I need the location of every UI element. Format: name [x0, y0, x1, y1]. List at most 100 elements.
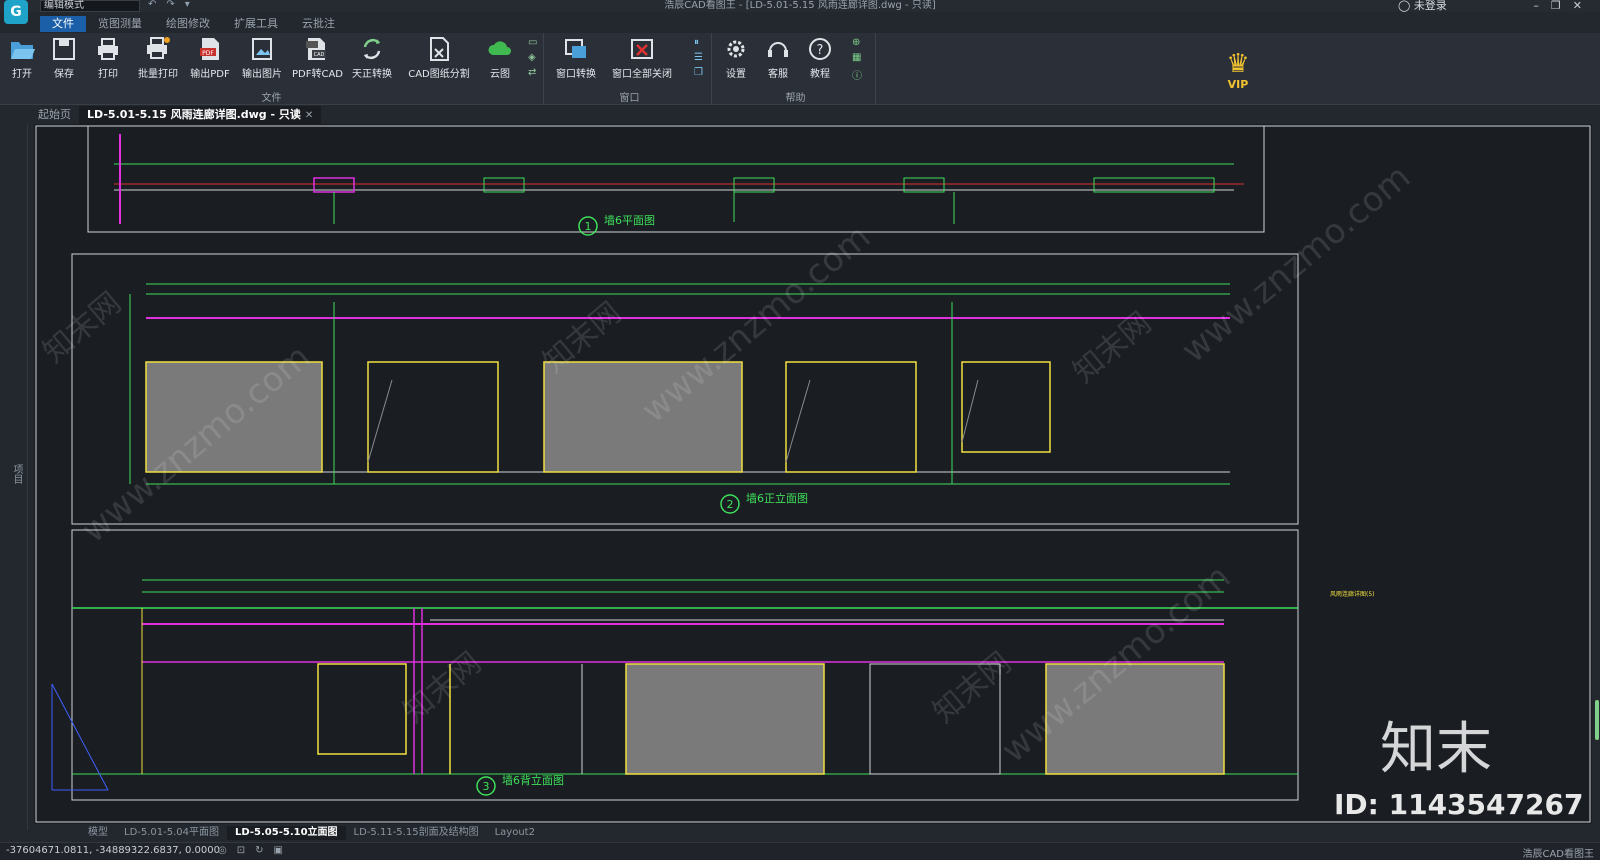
tab-view-measure[interactable]: 览图测量: [86, 16, 154, 32]
new-doc-icon[interactable]: ▭: [528, 37, 537, 48]
lineweight-icon[interactable]: ▣: [274, 845, 293, 856]
print-button-label: 打印: [98, 69, 118, 80]
open-button-label: 打开: [12, 69, 32, 80]
tab-draw-modify[interactable]: 绘图修改: [154, 16, 222, 32]
tab-extension-tools[interactable]: 扩展工具: [222, 16, 290, 32]
tab-section-layout[interactable]: LD-5.11-5.15剖面及结构图: [346, 826, 487, 840]
cloud-drawing-button-label: 云图: [490, 69, 510, 80]
pdf-to-cad-button-label: PDF转CAD: [292, 69, 344, 80]
document-tabs: 起始页 LD-5.01-5.15 风雨连廊详图.dwg - 只读 ✕: [30, 106, 322, 124]
export-pdf-button-label: 输出PDF: [190, 69, 230, 80]
window-switch-icon: [565, 39, 586, 58]
user-login[interactable]: ◯ 未登录: [1398, 0, 1447, 11]
back-elevation-title: 墙6背立面图: [502, 773, 564, 787]
close-tab-icon[interactable]: ✕: [305, 110, 313, 121]
tab-model[interactable]: 模型: [80, 826, 116, 840]
customer-service-button[interactable]: 客服: [762, 35, 794, 80]
layout-tabs: 模型 LD-5.01-5.04平面图 LD-5.05-5.10立面图 LD-5.…: [80, 826, 543, 840]
file-group-label: 文件: [261, 93, 282, 104]
pdf-to-cad-button[interactable]: CAD PDF转CAD: [292, 35, 344, 80]
tab-cloud-annotation[interactable]: 云批注: [290, 16, 347, 32]
cad-split-button-label: CAD图纸分割: [408, 69, 470, 80]
scrollbar-thumb[interactable]: [1595, 700, 1599, 740]
watermark-id: ID: 1143547267: [1334, 788, 1583, 821]
minimize-icon[interactable]: –: [1533, 0, 1551, 12]
export-pdf-button[interactable]: PDF 输出PDF: [190, 35, 230, 80]
svg-text:?: ?: [817, 43, 824, 58]
tab-elevation-layout[interactable]: LD-5.05-5.10立面图: [227, 826, 346, 840]
window-switch-button[interactable]: 窗口转换: [552, 35, 600, 80]
plan-view: [87, 125, 1265, 236]
pdf-export-icon: PDF: [200, 38, 219, 60]
export-image-button[interactable]: 输出图片: [240, 35, 284, 80]
cascade-icon[interactable]: ❐: [694, 67, 703, 78]
info-icon[interactable]: ⓘ: [852, 67, 862, 82]
save-icon: [53, 38, 75, 60]
tab-start-page[interactable]: 起始页: [30, 106, 79, 124]
snap-icon[interactable]: ◎: [218, 845, 237, 856]
close-all-windows-button[interactable]: 窗口全部关闭: [606, 35, 678, 80]
tab-layout2[interactable]: Layout2: [487, 826, 543, 840]
tangent-convert-button[interactable]: 天正转换: [348, 35, 396, 80]
cad-split-button[interactable]: CAD图纸分割: [408, 35, 470, 80]
pdf-to-cad-icon: CAD: [306, 38, 326, 60]
help-mini-tools: ⊕ ▦ ⓘ: [852, 37, 862, 82]
search-icon[interactable]: ⊕: [852, 37, 862, 48]
cursor-coordinates: -37604671.0811, -34889322.6837, 0.0000: [6, 845, 220, 856]
tab-file[interactable]: 文件: [40, 16, 86, 32]
tab-current-drawing[interactable]: LD-5.01-5.15 风雨连廊详图.dwg - 只读 ✕: [79, 106, 322, 124]
user-icon: ◯: [1398, 0, 1414, 12]
tile-horizontal-icon[interactable]: ☰: [694, 52, 703, 63]
print-button[interactable]: 打印: [92, 35, 124, 80]
watermark-url-1: www.znzmo.com: [634, 217, 878, 431]
tile-vertical-icon[interactable]: ⏸: [694, 37, 703, 48]
save-button-label: 保存: [54, 69, 74, 80]
window-group-label: 窗口: [619, 93, 640, 104]
rotate-icon[interactable]: ↻: [255, 845, 273, 856]
batch-print-button[interactable]: 批量打印: [136, 35, 180, 80]
ribbon-toolbar: 打开 保存 打印 批量打印 PDF 输出PDF 输出图片 CAD PDF转CAD: [0, 33, 1600, 105]
drawing-canvas[interactable]: 1 墙6平面图 2 墙6正立面图 3 墙6背立面图 风雨连廊详图(5) www.…: [34, 124, 1592, 824]
window-mini-tools: ⏸ ☰ ❐: [694, 37, 703, 78]
close-window-icon: [631, 39, 653, 59]
cloud-drawing-button[interactable]: 云图: [484, 35, 516, 80]
side-panel[interactable]: 项目: [0, 124, 28, 830]
watermark-url-2: www.znzmo.com: [1174, 157, 1418, 371]
restore-icon[interactable]: ❐: [1551, 0, 1573, 12]
ortho-icon[interactable]: ⊡: [237, 845, 255, 856]
settings-button[interactable]: 设置: [720, 35, 752, 80]
close-icon[interactable]: ✕: [1573, 0, 1594, 12]
printer-icon: [98, 38, 118, 60]
status-brand: 浩辰CAD看图王: [1522, 849, 1594, 860]
window-controls[interactable]: –❐✕: [1533, 0, 1594, 11]
side-panel-label[interactable]: 项目: [9, 464, 24, 484]
headset-icon: [768, 42, 788, 57]
plan-view-number: 1: [585, 220, 592, 233]
watermark-brand-5: 知末网: [927, 645, 1018, 730]
tutorial-button[interactable]: ? 教程: [804, 35, 836, 80]
user-label[interactable]: 未登录: [1414, 0, 1447, 12]
cad-drawing[interactable]: 1 墙6平面图 2 墙6正立面图 3 墙6背立面图 风雨连廊详图(5) www.…: [34, 124, 1592, 824]
vip-badge[interactable]: ♛ VIP: [1216, 50, 1260, 98]
status-toggles: ◎⊡↻▣: [218, 845, 293, 856]
customer-service-button-label: 客服: [768, 69, 788, 80]
vip-label: VIP: [1227, 78, 1249, 91]
gear-icon: [727, 40, 745, 58]
save-button[interactable]: 保存: [48, 35, 80, 80]
close-all-windows-button-label: 窗口全部关闭: [612, 69, 672, 80]
window-switch-button-label: 窗口转换: [556, 69, 596, 80]
back-elevation-number: 3: [483, 780, 490, 793]
grid-icon[interactable]: ▦: [852, 52, 862, 63]
layers-icon[interactable]: ◈: [528, 52, 537, 63]
status-bar: -37604671.0811, -34889322.6837, 0.0000 ◎…: [0, 842, 1600, 860]
exchange-icon[interactable]: ⇄: [528, 67, 537, 78]
side-note: 风雨连廊详图(5): [1330, 590, 1375, 598]
svg-text:CAD: CAD: [314, 52, 325, 58]
cloud-icon: [488, 41, 511, 55]
tab-plan-layout[interactable]: LD-5.01-5.04平面图: [116, 826, 227, 840]
watermark-brand-4: 知末网: [397, 645, 488, 730]
watermark-brand-1: 知末网: [37, 285, 128, 370]
tutorial-button-label: 教程: [810, 69, 830, 80]
ribbon-group-help: 设置 客服 ? 教程 ⊕ ▦ ⓘ 帮助: [716, 33, 876, 105]
open-button[interactable]: 打开: [6, 35, 38, 80]
